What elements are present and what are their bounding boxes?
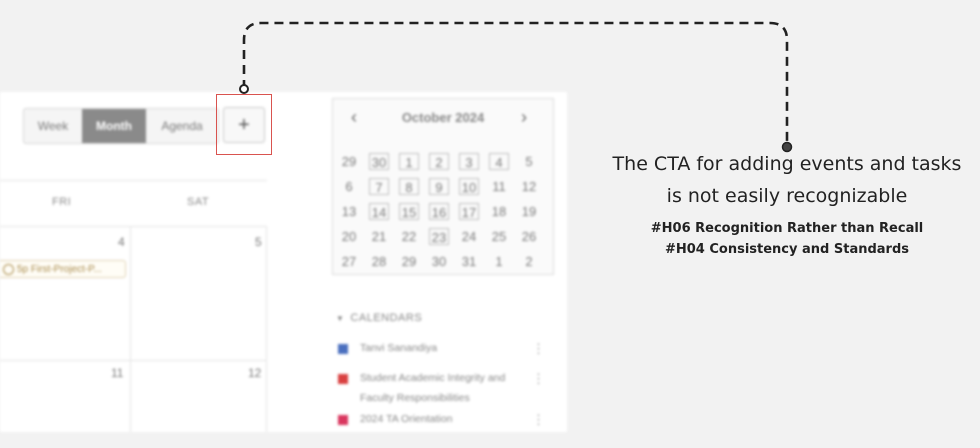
connector-start-dot — [239, 84, 249, 94]
heuristic-tag-h06: #H06 Recognition Rather than Recall — [650, 221, 924, 236]
annotation-line-2: is not easily recognizable — [666, 185, 908, 207]
heuristic-tag-h04: #H04 Consistency and Standards — [664, 242, 910, 257]
dashed-connector-line — [242, 21, 789, 147]
annotation-line-1: The CTA for adding events and tasks — [612, 153, 962, 175]
annotation-text: The CTA for adding events and tasks is n… — [600, 148, 974, 260]
